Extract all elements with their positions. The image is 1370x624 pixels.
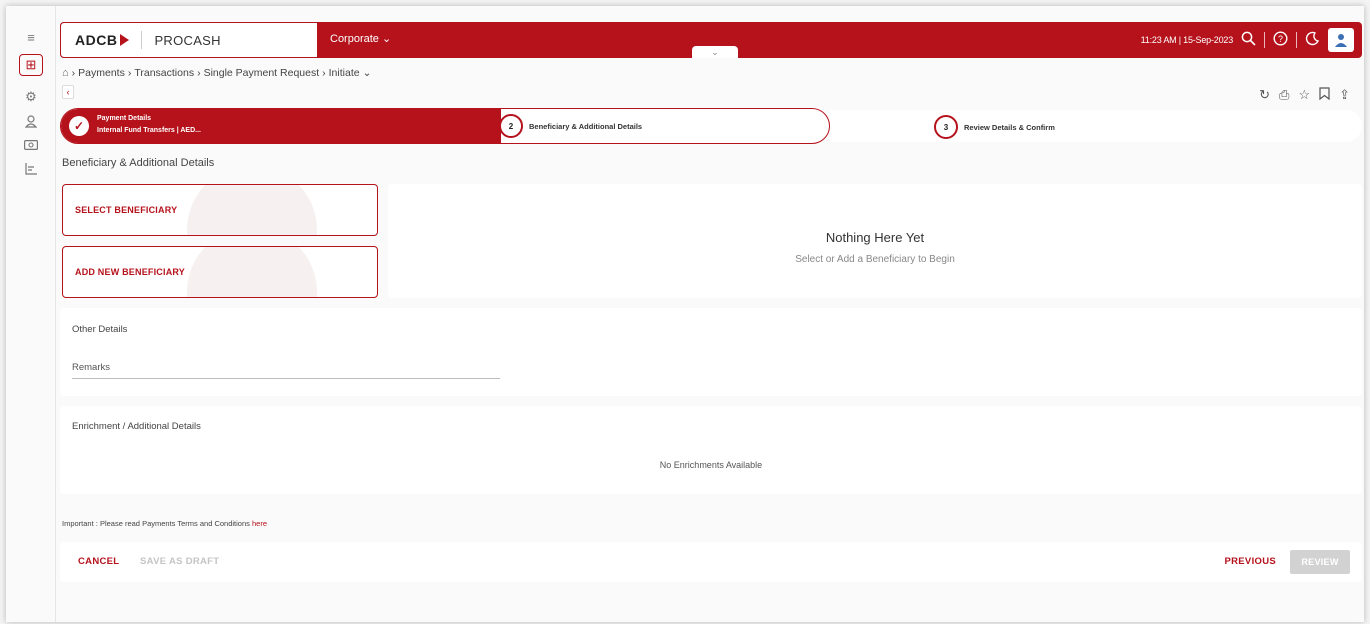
step-2-label: Beneficiary & Additional Details — [529, 122, 643, 131]
step-3-number: 3 — [934, 115, 958, 139]
step-1-title: Payment Details — [97, 115, 152, 122]
remarks-field-label: Remarks — [72, 362, 111, 373]
important-label: Important : — [62, 519, 98, 528]
panel-title: Other Details — [72, 324, 128, 335]
review-button[interactable]: REVIEW — [1290, 550, 1350, 574]
datetime: 11:23 AM | 15-Sep-2023 — [1140, 35, 1234, 45]
favorite-icon[interactable]: ☆ — [1298, 87, 1310, 103]
empty-title: Nothing Here Yet — [825, 230, 925, 245]
page-tools: ↻ ⎙ ☆ ⇪ — [1259, 87, 1350, 103]
home-icon[interactable]: ⌂ — [62, 67, 69, 79]
empty-subtitle: Select or Add a Beneficiary to Begin — [795, 254, 955, 265]
check-icon: ✓ — [69, 116, 89, 136]
select-beneficiary-button[interactable]: SELECT BENEFICIARY — [62, 184, 378, 236]
collapse-toggle[interactable]: ⌄ — [692, 46, 738, 58]
context-selector[interactable]: Corporate ⌄ — [330, 32, 391, 45]
search-icon[interactable] — [1241, 31, 1256, 50]
beneficiary-empty-state: Nothing Here Yet Select or Add a Benefic… — [388, 184, 1362, 298]
context-label: Corporate — [330, 33, 379, 45]
other-details-panel: Other Details Remarks — [60, 308, 1362, 396]
top-header: ADCB PROCASH Corporate ⌄ ⌄ 11:23 AM | 15… — [60, 22, 1362, 58]
refresh-icon[interactable]: ↻ — [1259, 87, 1270, 103]
breadcrumb-item[interactable]: Transactions — [134, 67, 194, 79]
breadcrumb-separator: › — [127, 67, 132, 79]
breadcrumb-item[interactable]: Payments — [78, 67, 125, 79]
print-icon[interactable]: ⎙ — [1279, 87, 1289, 103]
terms-notice: Important : Please read Payments Terms a… — [62, 519, 267, 528]
enrichment-panel: Enrichment / Additional Details No Enric… — [60, 406, 1362, 494]
menu-icon[interactable]: ≡ — [19, 26, 43, 48]
stepper: ✓ Payment Details Internal Fund Transfer… — [60, 108, 1362, 144]
add-beneficiary-button[interactable]: ADD NEW BENEFICIARY — [62, 246, 378, 298]
step-3-label: Review Details & Confirm — [964, 123, 1055, 132]
previous-button[interactable]: PREVIOUS — [1225, 556, 1277, 567]
divider — [1296, 32, 1297, 48]
dashboard-icon[interactable]: ⊞ — [19, 54, 43, 76]
step-1-subtitle: Internal Fund Transfers | AED... — [97, 127, 201, 134]
section-title: Beneficiary & Additional Details — [62, 157, 215, 169]
select-beneficiary-label: SELECT BENEFICIARY — [75, 205, 178, 215]
settings-icon[interactable]: ⚙ — [19, 86, 43, 108]
app-window: ≡ ⊞ ⚙ ADCB PROCASH Corporate ⌄ ⌄ 11:23 A… — [6, 6, 1364, 622]
product-name: PROCASH — [154, 32, 221, 48]
no-enrichments-text: No Enrichments Available — [659, 460, 763, 470]
svg-text:?: ? — [1278, 34, 1283, 44]
logo: ADCB — [75, 32, 118, 48]
terms-text: Please read Payments Terms and Condition… — [99, 519, 250, 528]
payments-icon[interactable] — [19, 134, 43, 156]
bookmark-icon[interactable] — [1319, 87, 1330, 103]
breadcrumb-item[interactable]: Single Payment Request — [204, 67, 320, 79]
avatar[interactable] — [1328, 28, 1354, 52]
user-icon[interactable] — [19, 110, 43, 132]
side-nav: ≡ ⊞ ⚙ — [6, 6, 56, 622]
step-1-completed[interactable]: ✓ Payment Details Internal Fund Transfer… — [61, 109, 501, 143]
breadcrumb-separator: › — [322, 67, 326, 79]
remarks-input[interactable] — [72, 378, 500, 379]
step-track — [830, 110, 1362, 142]
header-actions: 11:23 AM | 15-Sep-2023 ? — [1141, 26, 1354, 54]
logo-mark-icon — [120, 34, 130, 46]
panel-title: Enrichment / Additional Details — [72, 421, 201, 432]
theme-toggle-icon[interactable] — [1305, 31, 1320, 50]
action-bar: CANCEL SAVE AS DRAFT PREVIOUS REVIEW — [60, 542, 1362, 582]
reports-icon[interactable] — [19, 158, 43, 180]
add-beneficiary-label: ADD NEW BENEFICIARY — [75, 267, 185, 277]
breadcrumb-item[interactable]: Initiate — [329, 67, 360, 79]
breadcrumb-separator: › — [197, 67, 201, 79]
step-2-container: ✓ Payment Details Internal Fund Transfer… — [60, 108, 830, 144]
chevron-down-icon[interactable]: ⌄ — [363, 67, 372, 79]
cancel-button[interactable]: CANCEL — [78, 556, 119, 567]
breadcrumb: ⌂ › Payments › Transactions › Single Pay… — [62, 67, 371, 79]
share-icon[interactable]: ⇪ — [1339, 87, 1350, 103]
breadcrumb-separator: › — [71, 67, 76, 79]
divider — [141, 31, 143, 49]
chevron-down-icon: ⌄ — [381, 33, 392, 45]
help-icon[interactable]: ? — [1273, 30, 1288, 50]
divider — [1264, 32, 1265, 48]
chevron-down-icon: ⌄ — [711, 47, 719, 57]
back-button[interactable]: ‹ — [62, 85, 74, 99]
brand[interactable]: ADCB PROCASH — [60, 22, 318, 58]
save-draft-button[interactable]: SAVE AS DRAFT — [140, 556, 219, 567]
terms-link[interactable]: here — [252, 519, 267, 528]
step-2-number: 2 — [499, 114, 523, 138]
